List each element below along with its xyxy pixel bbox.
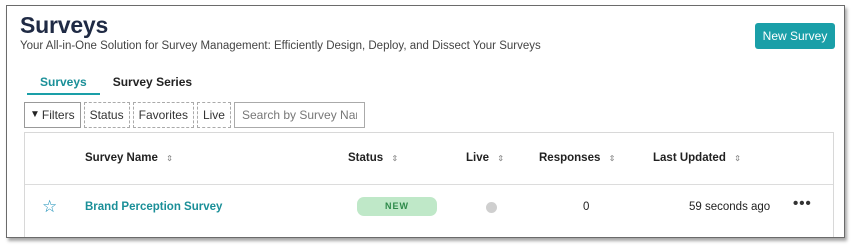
- sort-updown-icon: ⇕: [608, 153, 616, 163]
- page-subtitle: Your All-in-One Solution for Survey Mana…: [20, 40, 541, 52]
- live-indicator: [486, 202, 497, 213]
- table-row[interactable]: ☆ Brand Perception Survey NEW 0 59 secon…: [25, 186, 833, 231]
- favorites-filter-chip[interactable]: Favorites: [132, 102, 194, 128]
- sort-updown-icon: ⇕: [733, 153, 742, 163]
- column-header-last-updated[interactable]: Last Updated ⇕: [653, 152, 741, 164]
- tab-surveys[interactable]: Surveys: [27, 70, 100, 95]
- new-survey-button[interactable]: New Survey: [755, 23, 835, 49]
- filter-bar: ▼ Filters Status Favorites Live: [24, 102, 365, 128]
- live-filter-chip[interactable]: Live: [196, 102, 231, 128]
- column-label: Last Updated: [653, 152, 726, 164]
- column-label: Live: [466, 152, 490, 164]
- sort-updown-icon: ⇕: [497, 153, 505, 163]
- filters-label: Filters: [41, 108, 75, 122]
- tab-survey-series[interactable]: Survey Series: [100, 70, 205, 95]
- funnel-icon: ▼: [30, 109, 40, 120]
- last-updated: 59 seconds ago: [689, 201, 771, 213]
- responses-count: 0: [583, 201, 590, 213]
- sort-updown-icon: ⇕: [165, 153, 174, 163]
- survey-name-link[interactable]: Brand Perception Survey: [85, 201, 222, 213]
- table-header: Survey Name ⇕ Status ⇕ Live ⇕ Responses …: [25, 133, 833, 185]
- more-options-icon[interactable]: •••: [793, 195, 812, 212]
- surveys-table: Survey Name ⇕ Status ⇕ Live ⇕ Responses …: [24, 132, 834, 237]
- star-outline-icon[interactable]: ☆: [42, 197, 57, 217]
- column-header-live[interactable]: Live ⇕: [466, 152, 505, 164]
- filters-button[interactable]: ▼ Filters: [24, 102, 81, 128]
- status-filter-chip[interactable]: Status: [83, 102, 130, 128]
- status-badge: NEW: [357, 197, 437, 216]
- column-header-survey-name[interactable]: Survey Name ⇕: [85, 152, 173, 164]
- sort-updown-icon: ⇕: [391, 153, 399, 163]
- tab-bar: Surveys Survey Series: [27, 70, 205, 95]
- page-title: Surveys: [20, 12, 109, 38]
- surveys-page: Surveys Your All-in-One Solution for Sur…: [6, 5, 845, 238]
- column-header-status[interactable]: Status ⇕: [348, 152, 399, 164]
- column-label: Status: [348, 152, 384, 164]
- column-header-responses[interactable]: Responses ⇕: [539, 152, 616, 164]
- column-label: Responses: [539, 152, 601, 164]
- column-label: Survey Name: [85, 152, 158, 164]
- search-input[interactable]: [233, 102, 365, 128]
